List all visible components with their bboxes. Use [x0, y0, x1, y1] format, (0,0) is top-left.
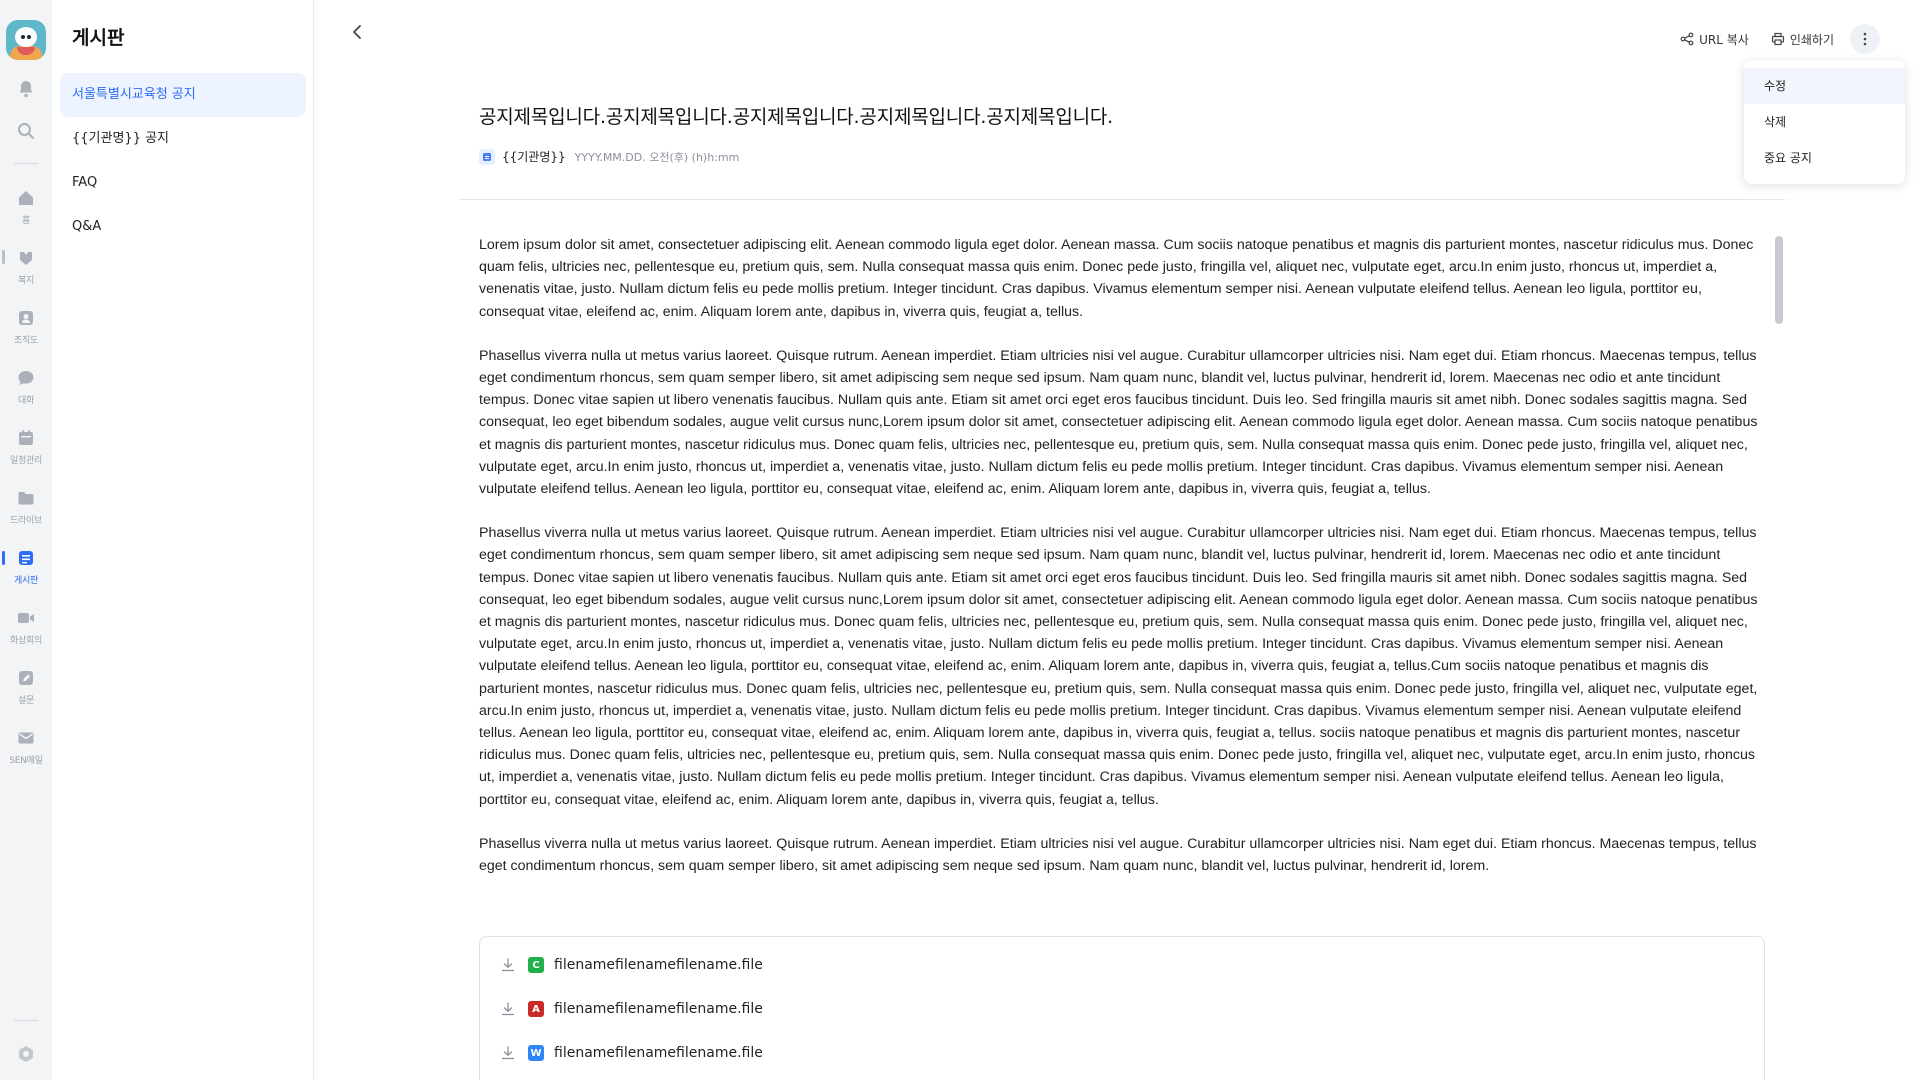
spreadsheet-file-icon: C [528, 957, 544, 973]
print-button[interactable]: 인쇄하기 [1771, 31, 1834, 48]
calendar-icon [19, 430, 33, 445]
logo-face [15, 27, 37, 47]
sidebar-item-org-notice[interactable]: {{기관명}} 공지 [60, 117, 306, 161]
post-title: 공지제목입니다.공지제목입니다.공지제목입니다.공지제목입니다.공지제목입니다. [479, 106, 1113, 128]
attachments-box: C filenamefilenamefilename.file A filena… [479, 936, 1765, 1080]
sidebar-item-faq[interactable]: FAQ [60, 161, 306, 205]
search-icon [18, 123, 34, 139]
rail-label: 일정관리 [10, 456, 42, 466]
share-icon [1680, 32, 1694, 46]
attachment-filename[interactable]: filenamefilenamefilename.file [554, 957, 763, 973]
print-label: 인쇄하기 [1789, 32, 1834, 47]
rail-item-drive[interactable]: 드라이브 [4, 488, 48, 526]
download-icon[interactable] [500, 1045, 516, 1061]
more-options-button[interactable] [1850, 24, 1880, 54]
rail-divider [14, 1020, 38, 1021]
pdf-file-icon: A [528, 1001, 544, 1017]
more-options-menu: 수정 삭제 중요 공지 [1744, 60, 1905, 184]
organization-icon [479, 148, 495, 165]
rail-item-welfare[interactable]: 복지 [4, 248, 48, 286]
board-icon [19, 551, 33, 565]
rail-label: 드라이브 [10, 516, 42, 526]
printer-icon [1771, 32, 1784, 46]
content-scrollbar[interactable] [1775, 236, 1783, 324]
org-chart-icon [19, 311, 33, 325]
chat-icon [18, 371, 34, 385]
rail-item-home[interactable]: 홈 [4, 188, 48, 226]
rail-label: 조직도 [14, 336, 38, 346]
sidebar-item-seoul-notice[interactable]: 서울특별시교육청 공지 [60, 73, 306, 117]
welfare-icon [20, 252, 32, 265]
post-content: Lorem ipsum dolor sit amet, consectetuer… [479, 234, 1769, 899]
post-paragraph: Phasellus viverra nulla ut metus varius … [479, 525, 1758, 808]
rail-label: 복지 [18, 276, 34, 286]
rail-item-mail[interactable]: SEN메일 [4, 728, 48, 766]
more-vertical-icon [1863, 32, 1867, 46]
header-divider [459, 199, 1785, 200]
attachment-row[interactable]: A filenamefilenamefilename.file [500, 1001, 763, 1017]
app-rail: 홈 복지 조직도 대화 일정관리 드라이브 게시판 화상회의 설문 SEN메일 [0, 0, 52, 1080]
post-paragraph: Phasellus viverra nulla ut metus varius … [479, 347, 1758, 498]
rail-item-chat[interactable]: 대화 [4, 368, 48, 406]
logo-eye-right [27, 35, 31, 39]
settings-button[interactable] [16, 1044, 36, 1064]
sidebar-item-qna[interactable]: Q&A [60, 205, 306, 249]
copy-url-button[interactable]: URL 복사 [1680, 31, 1749, 48]
rail-item-board[interactable]: 게시판 [4, 548, 48, 586]
attachment-filename[interactable]: filenamefilenamefilename.file [554, 1045, 763, 1061]
word-file-icon: W [528, 1045, 544, 1061]
post-organization: {{기관명}} [502, 150, 566, 164]
menu-item-edit[interactable]: 수정 [1744, 68, 1905, 104]
folder-icon [18, 492, 34, 505]
chevron-left-icon [353, 25, 361, 39]
rail-label: 화상회의 [10, 636, 42, 646]
board-sidebar: 게시판 서울특별시교육청 공지 {{기관명}} 공지 FAQ Q&A [52, 0, 314, 1080]
post-meta: {{기관명}} YYYY.MM.DD. 오전(후) (h)h:mm [479, 148, 739, 165]
app-logo[interactable] [6, 20, 46, 60]
rail-item-calendar[interactable]: 일정관리 [4, 428, 48, 466]
rail-label: 설문 [18, 696, 34, 706]
menu-item-important-notice[interactable]: 중요 공지 [1744, 140, 1905, 176]
rail-label: SEN메일 [9, 756, 43, 766]
header-actions: URL 복사 인쇄하기 [1658, 24, 1880, 54]
menu-item-delete[interactable]: 삭제 [1744, 104, 1905, 140]
post-date: YYYY.MM.DD. 오전(후) (h)h:mm [574, 150, 740, 164]
rail-label: 홈 [22, 216, 30, 226]
back-button[interactable] [346, 20, 370, 44]
rail-item-survey[interactable]: 설문 [4, 668, 48, 706]
rail-divider [14, 163, 38, 164]
home-icon [19, 191, 33, 205]
attachment-row[interactable]: C filenamefilenamefilename.file [500, 957, 763, 973]
copy-url-label: URL 복사 [1699, 32, 1749, 47]
rail-label: 게시판 [14, 576, 38, 586]
download-icon[interactable] [500, 1001, 516, 1017]
post-paragraph: Phasellus viverra nulla ut metus varius … [479, 835, 1757, 875]
gear-icon [19, 1046, 33, 1062]
rail-label: 대화 [18, 396, 34, 406]
rail-search[interactable] [4, 121, 48, 141]
rail-notifications[interactable] [4, 79, 48, 99]
bell-icon [19, 81, 33, 98]
video-icon [18, 613, 34, 623]
rail-item-video-meeting[interactable]: 화상회의 [4, 608, 48, 646]
attachment-row[interactable]: W filenamefilenamefilename.file [500, 1045, 763, 1061]
download-icon[interactable] [500, 957, 516, 973]
attachment-filename[interactable]: filenamefilenamefilename.file [554, 1001, 763, 1017]
mail-icon [18, 732, 34, 744]
logo-eye-left [21, 35, 25, 39]
survey-icon [19, 671, 33, 685]
sidebar-title: 게시판 [72, 27, 125, 49]
rail-item-org-chart[interactable]: 조직도 [4, 308, 48, 346]
board-nav: 서울특별시교육청 공지 {{기관명}} 공지 FAQ Q&A [60, 73, 306, 249]
post-paragraph: Lorem ipsum dolor sit amet, consectetuer… [479, 237, 1754, 320]
